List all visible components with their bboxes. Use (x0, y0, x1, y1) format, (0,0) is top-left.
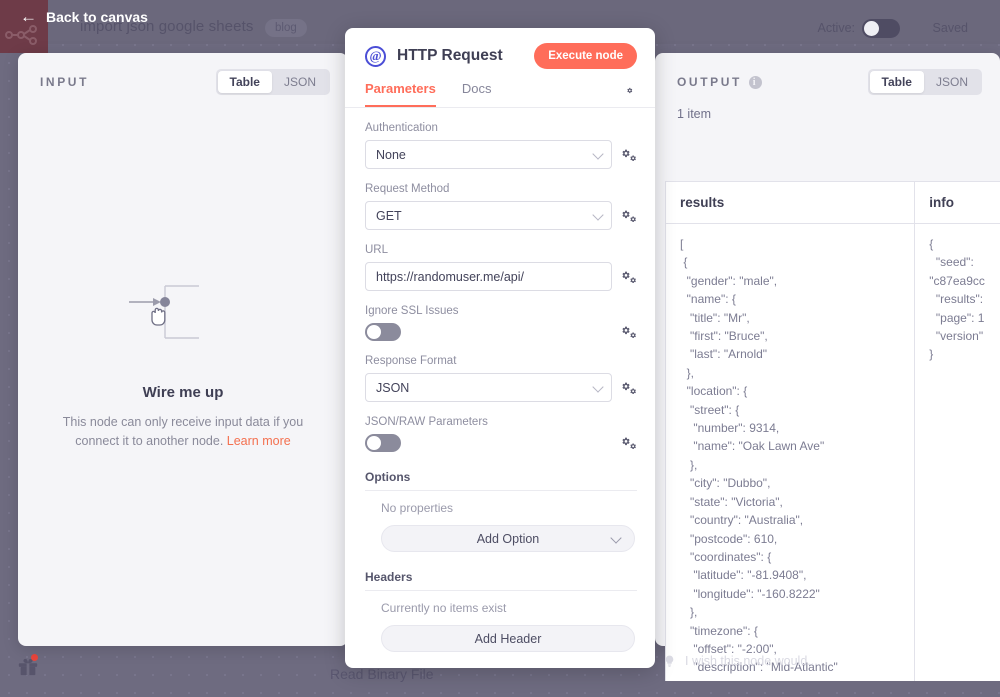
cogs-icon[interactable] (621, 269, 637, 285)
node-wish-bar[interactable]: I wish this node would... (663, 653, 818, 669)
output-panel: OUTPUT i Table JSON 1 item results info … (655, 53, 1000, 646)
output-view-table[interactable]: Table (870, 71, 924, 93)
add-option-button[interactable]: Add Option (381, 525, 635, 552)
input-empty-description: This node can only receive input data if… (57, 413, 309, 451)
input-panel-header: INPUT Table JSON (18, 53, 348, 105)
input-empty-state: Wire me up This node can only receive in… (18, 278, 348, 451)
cell-results: [ { "gender": "male", "name": { "title":… (666, 224, 915, 681)
section-note-options: No properties (365, 501, 637, 515)
authentication-value: None (376, 148, 406, 162)
output-table-header-row: results info (666, 182, 1000, 224)
json-raw-parameters-toggle[interactable] (365, 434, 401, 452)
wish-bar-text: I wish this node would... (685, 654, 818, 668)
node-details-view: INPUT Table JSON Wire me up (0, 0, 1000, 697)
ignore-ssl-toggle[interactable] (365, 323, 401, 341)
field-response-format: Response Format JSON (365, 355, 637, 402)
url-value: https://randomuser.me/api/ (376, 270, 524, 284)
input-view-switcher[interactable]: Table JSON (216, 69, 330, 95)
add-header-button[interactable]: Add Header (381, 625, 635, 652)
label-authentication: Authentication (365, 122, 637, 134)
label-url: URL (365, 244, 637, 256)
chevron-down-icon (592, 381, 603, 392)
input-view-table[interactable]: Table (218, 71, 272, 93)
execute-node-button[interactable]: Execute node (534, 43, 637, 69)
label-request-method: Request Method (365, 183, 637, 195)
output-table[interactable]: results info [ { "gender": "male", "name… (665, 181, 1000, 681)
cogs-icon[interactable] (621, 147, 637, 163)
response-format-value: JSON (376, 381, 409, 395)
output-view-json[interactable]: JSON (924, 71, 980, 93)
cogs-icon[interactable] (621, 324, 637, 340)
label-json-raw-parameters: JSON/RAW Parameters (365, 416, 637, 428)
field-json-raw-parameters: JSON/RAW Parameters (365, 416, 637, 452)
chevron-down-icon (610, 532, 621, 543)
node-title-wrapper: @ HTTP Request (365, 46, 503, 67)
tab-parameters[interactable]: Parameters (365, 81, 436, 107)
field-ignore-ssl-issues: Ignore SSL Issues (365, 305, 637, 341)
tab-docs[interactable]: Docs (462, 81, 492, 107)
output-panel-label: OUTPUT (677, 75, 742, 89)
cogs-icon[interactable] (621, 208, 637, 224)
cell-info: { "seed": "c87ea9cc "results": "page": 1… (915, 224, 1000, 681)
node-title[interactable]: HTTP Request (397, 47, 503, 65)
node-parameters-panel: @ HTTP Request Execute node Parameters D… (345, 28, 655, 668)
authentication-select[interactable]: None (365, 140, 612, 169)
section-title-options: Options (365, 470, 637, 491)
gear-icon[interactable] (622, 87, 637, 102)
output-item-count: 1 item (655, 105, 1000, 133)
node-tabs: Parameters Docs (345, 69, 655, 108)
column-header-results: results (666, 182, 915, 223)
field-url: URL https://randomuser.me/api/ (365, 244, 637, 291)
add-header-label: Add Header (475, 632, 542, 646)
field-authentication: Authentication None (365, 122, 637, 169)
request-method-value: GET (376, 209, 402, 223)
output-view-switcher[interactable]: Table JSON (868, 69, 982, 95)
request-method-select[interactable]: GET (365, 201, 612, 230)
parameters-list: Authentication None Request Method (345, 108, 655, 668)
output-panel-header: OUTPUT i Table JSON (655, 53, 1000, 105)
response-format-select[interactable]: JSON (365, 373, 612, 402)
chevron-down-icon (592, 148, 603, 159)
cogs-icon[interactable] (621, 380, 637, 396)
label-ignore-ssl-issues: Ignore SSL Issues (365, 305, 637, 317)
add-option-label: Add Option (477, 532, 540, 546)
http-request-at-icon: @ (365, 46, 386, 67)
input-view-json[interactable]: JSON (272, 71, 328, 93)
column-header-info: info (915, 182, 1000, 223)
input-panel-title: INPUT (40, 75, 89, 89)
node-panel-header: @ HTTP Request Execute node (345, 28, 655, 69)
section-title-headers: Headers (365, 570, 637, 591)
input-panel: INPUT Table JSON Wire me up (18, 53, 348, 646)
section-note-headers: Currently no items exist (365, 601, 637, 615)
cogs-icon[interactable] (621, 435, 637, 451)
field-request-method: Request Method GET (365, 183, 637, 230)
info-icon[interactable]: i (749, 76, 762, 89)
input-empty-title: Wire me up (18, 384, 348, 401)
chevron-down-icon (592, 209, 603, 220)
table-row: [ { "gender": "male", "name": { "title":… (666, 224, 1000, 681)
lightbulb-icon (663, 653, 676, 669)
label-response-format: Response Format (365, 355, 637, 367)
wire-connector-illustration (123, 278, 243, 358)
url-input[interactable]: https://randomuser.me/api/ (365, 262, 612, 291)
learn-more-link[interactable]: Learn more (227, 434, 291, 448)
output-panel-title: OUTPUT i (677, 75, 762, 89)
